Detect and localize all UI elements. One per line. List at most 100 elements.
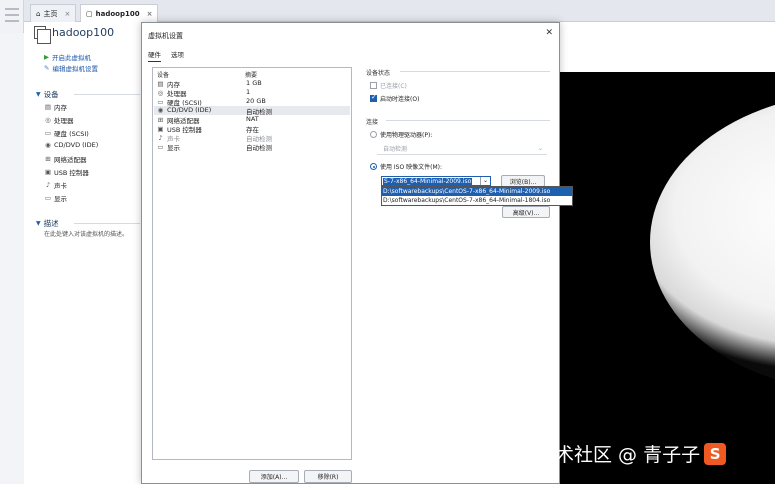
- device-usb[interactable]: ▣ USB 控制器: [44, 167, 89, 177]
- chevron-down-icon: ⌄: [537, 145, 543, 152]
- power-on-link[interactable]: ▶ 开启此虚拟机: [44, 52, 91, 62]
- device-label: 硬盘 (SCSI): [54, 130, 89, 138]
- vm-summary-panel: hadoop100 ▶ 开启此虚拟机 ✎ 编辑虚拟机设置 ▼ 设备 ▤ 内存 ◎…: [24, 22, 144, 484]
- tab-options[interactable]: 选项: [171, 49, 184, 62]
- devices-section-header[interactable]: ▼ 设备: [36, 89, 59, 100]
- device-label: 内存: [54, 104, 67, 112]
- divider: [386, 120, 550, 121]
- brand-logo-icon: S: [704, 442, 727, 465]
- iso-option[interactable]: D:\softwarebackups\CentOS-7-x86_64-Minim…: [382, 187, 572, 196]
- edit-settings-link[interactable]: ✎ 编辑虚拟机设置: [44, 63, 98, 73]
- hardware-row-display[interactable]: ▭ 显示 自动检测: [154, 142, 350, 152]
- hardware-list: 设备 摘要 ▤ 内存 1 GB ◎ 处理器 1 ▭ 硬盘 (SCSI) 20 GB ◉…: [152, 67, 352, 460]
- device-label: 处理器: [54, 117, 74, 125]
- play-icon: ▶: [44, 53, 49, 61]
- home-icon: ⌂: [36, 9, 41, 18]
- menu-line: [5, 20, 19, 22]
- chevron-down-icon[interactable]: ⌄: [480, 177, 490, 185]
- console-header: [560, 22, 775, 72]
- hardware-device: 显示: [167, 144, 180, 152]
- close-icon[interactable]: ×: [64, 10, 70, 18]
- collapse-arrow-icon: ▼: [36, 91, 41, 98]
- vm-icon: [34, 26, 51, 44]
- device-memory[interactable]: ▤ 内存: [44, 102, 67, 112]
- advanced-button[interactable]: 高级(V)...: [502, 206, 550, 218]
- iso-dropdown-list: D:\softwarebackups\CentOS-7-x86_64-Minim…: [381, 186, 573, 206]
- connected-checkbox[interactable]: 已连接(C): [370, 81, 407, 90]
- disk-icon: ▭: [44, 129, 52, 137]
- hardware-row-cpu[interactable]: ◎ 处理器 1: [154, 88, 350, 98]
- description-text[interactable]: 在此处键入对该虚拟机的描述。: [44, 229, 128, 238]
- device-label: 显示: [54, 195, 67, 203]
- hardware-row-sound[interactable]: ♪ 声卡 自动检测: [154, 133, 350, 143]
- device-label: 网络适配器: [54, 156, 87, 164]
- usb-icon: ▣: [157, 125, 164, 133]
- cpu-icon: ◎: [157, 89, 164, 97]
- library-toggle[interactable]: [0, 0, 24, 33]
- hardware-summary: NAT: [246, 115, 259, 123]
- connection-header: 连接: [366, 119, 379, 126]
- menu-line: [5, 8, 19, 10]
- close-icon[interactable]: ×: [147, 10, 153, 18]
- iso-path-value: S-7-x86_64-Minimal-2009.iso: [383, 178, 473, 185]
- network-icon: ⊞: [45, 155, 51, 163]
- add-hardware-button[interactable]: 添加(A)...: [249, 470, 299, 483]
- tab-hardware[interactable]: 硬件: [148, 49, 161, 62]
- tab-label: hadoop100: [95, 9, 140, 18]
- hardware-summary: 20 GB: [246, 97, 266, 105]
- radio-label: 使用 ISO 映像文件(M):: [380, 164, 442, 171]
- column-header-device: 设备: [157, 72, 170, 79]
- device-network[interactable]: ⊞ 网络适配器: [44, 154, 87, 164]
- power-on-label: 开启此虚拟机: [52, 54, 91, 62]
- hardware-row-disk[interactable]: ▭ 硬盘 (SCSI) 20 GB: [154, 97, 350, 107]
- disk-icon: ▭: [157, 98, 164, 106]
- cpu-icon: ◎: [45, 116, 51, 124]
- tab-home[interactable]: ⌂ 主页 ×: [30, 4, 77, 22]
- checkbox-label: 已连接(C): [380, 83, 407, 90]
- physical-drive-radio[interactable]: 使用物理驱动器(P):: [370, 130, 432, 139]
- tab-vm[interactable]: ▢ hadoop100 ×: [80, 4, 159, 22]
- console-graphic: [650, 92, 775, 392]
- description-section-header[interactable]: ▼ 描述: [36, 218, 59, 229]
- cd-icon: ◉: [157, 106, 164, 114]
- physical-drive-select[interactable]: 自动检测 ⌄: [377, 143, 547, 155]
- remove-hardware-button[interactable]: 移除(R): [304, 470, 352, 483]
- iso-path-combobox[interactable]: S-7-x86_64-Minimal-2009.iso ⌄: [381, 176, 491, 186]
- column-header-summary: 摘要: [245, 72, 258, 79]
- close-icon[interactable]: ✕: [545, 28, 553, 38]
- radio-circle: [370, 131, 377, 138]
- select-value: 自动检测: [383, 146, 408, 153]
- sound-icon: ♪: [45, 181, 51, 189]
- memory-icon: ▤: [44, 103, 52, 111]
- device-label: USB 控制器: [54, 169, 89, 177]
- hardware-row-usb[interactable]: ▣ USB 控制器 存在: [154, 124, 350, 134]
- iso-image-radio[interactable]: 使用 ISO 映像文件(M):: [370, 162, 442, 171]
- network-icon: ⊞: [157, 116, 164, 124]
- dialog-title: 虚拟机设置: [148, 32, 183, 40]
- usb-icon: ▣: [44, 168, 52, 176]
- vm-console[interactable]: [560, 72, 775, 484]
- watermark: 掘金技术社区 @ 青子子 S: [498, 440, 727, 467]
- radio-circle: [370, 163, 377, 170]
- device-disk[interactable]: ▭ 硬盘 (SCSI): [44, 128, 89, 138]
- device-display[interactable]: ▭ 显示: [44, 193, 67, 203]
- device-cd[interactable]: ◉ CD/DVD (IDE): [44, 141, 98, 149]
- device-label: CD/DVD (IDE): [54, 141, 99, 149]
- sound-icon: ♪: [158, 134, 163, 142]
- iso-option[interactable]: D:\softwarebackups\CentOS-7-x86_64-Minim…: [382, 196, 572, 205]
- connect-at-power-on-checkbox[interactable]: 启动时连接(O): [370, 93, 419, 103]
- hardware-device: CD/DVD (IDE): [167, 106, 212, 114]
- checkbox-box: [370, 93, 377, 102]
- watermark-text: 掘金技术社区 @ 青子子: [498, 444, 701, 466]
- device-status-header: 设备状态: [366, 70, 391, 77]
- vm-icon: ▢: [86, 9, 93, 18]
- device-sound[interactable]: ♪ 声卡: [44, 180, 67, 190]
- hardware-summary: 1 GB: [246, 79, 262, 87]
- hardware-row-memory[interactable]: ▤ 内存 1 GB: [154, 79, 350, 89]
- display-icon: ▭: [44, 194, 52, 202]
- checkbox-box: [370, 82, 377, 89]
- device-cpu[interactable]: ◎ 处理器: [44, 115, 74, 125]
- hardware-row-network[interactable]: ⊞ 网络适配器 NAT: [154, 115, 350, 125]
- hardware-row-cd[interactable]: ◉ CD/DVD (IDE) 自动检测: [154, 106, 350, 116]
- tab-label: 主页: [43, 9, 58, 18]
